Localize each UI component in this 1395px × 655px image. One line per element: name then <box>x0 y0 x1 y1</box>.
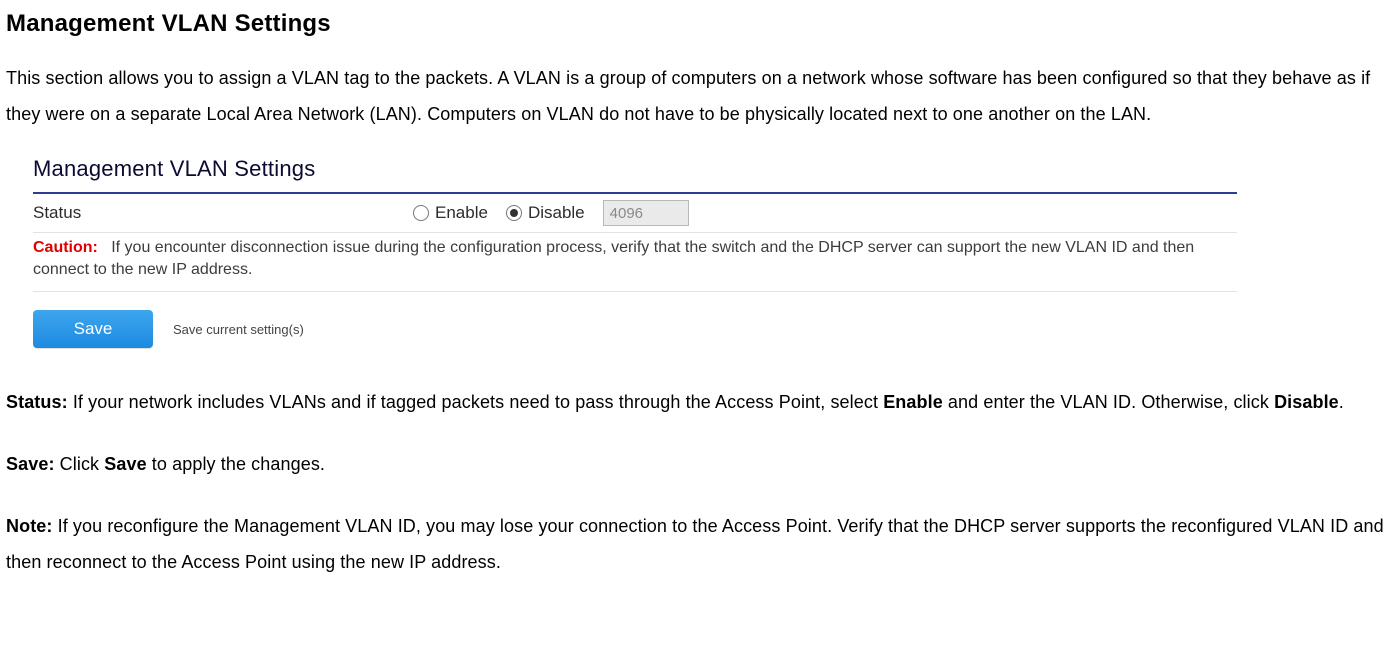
save-para-text-a: Click <box>55 454 105 474</box>
status-para-label: Status: <box>6 392 68 412</box>
status-para-enable: Enable <box>883 392 943 412</box>
save-paragraph: Save: Click Save to apply the changes. <box>6 446 1389 482</box>
intro-paragraph: This section allows you to assign a VLAN… <box>6 60 1389 132</box>
radio-icon <box>413 205 429 221</box>
save-hint: Save current setting(s) <box>173 322 304 337</box>
caution-text-body: If you encounter disconnection issue dur… <box>33 239 1194 278</box>
enable-radio-label: Enable <box>435 203 488 223</box>
save-para-word: Save <box>104 454 146 474</box>
caution-row: Caution: If you encounter disconnection … <box>33 233 1237 291</box>
save-para-label: Save: <box>6 454 55 474</box>
note-paragraph: Note: If you reconfigure the Management … <box>6 508 1389 580</box>
enable-radio[interactable]: Enable <box>413 203 488 223</box>
caution-label: Caution: <box>33 239 98 256</box>
disable-radio-label: Disable <box>528 203 585 223</box>
page-heading: Management VLAN Settings <box>6 10 1389 38</box>
radio-icon <box>506 205 522 221</box>
status-paragraph: Status: If your network includes VLANs a… <box>6 384 1389 420</box>
status-row: Status Enable Disable <box>33 194 1237 233</box>
status-label: Status <box>33 203 413 223</box>
note-para-text: If you reconfigure the Management VLAN I… <box>6 516 1384 572</box>
save-para-text-b: to apply the changes. <box>147 454 325 474</box>
status-para-disable: Disable <box>1274 392 1339 412</box>
vlan-settings-panel: Management VLAN Settings Status Enable D… <box>33 150 1237 358</box>
save-row: Save Save current setting(s) <box>33 292 1237 358</box>
panel-title: Management VLAN Settings <box>33 150 1237 194</box>
caution-text <box>102 239 111 256</box>
disable-radio[interactable]: Disable <box>506 203 585 223</box>
status-para-text-b: and enter the VLAN ID. Otherwise, click <box>943 392 1274 412</box>
status-para-text-a: If your network includes VLANs and if ta… <box>68 392 883 412</box>
save-button[interactable]: Save <box>33 310 153 348</box>
status-radio-group: Enable Disable <box>413 200 689 226</box>
status-para-period: . <box>1339 392 1344 412</box>
vlan-id-input[interactable] <box>603 200 689 226</box>
note-para-label: Note: <box>6 516 53 536</box>
